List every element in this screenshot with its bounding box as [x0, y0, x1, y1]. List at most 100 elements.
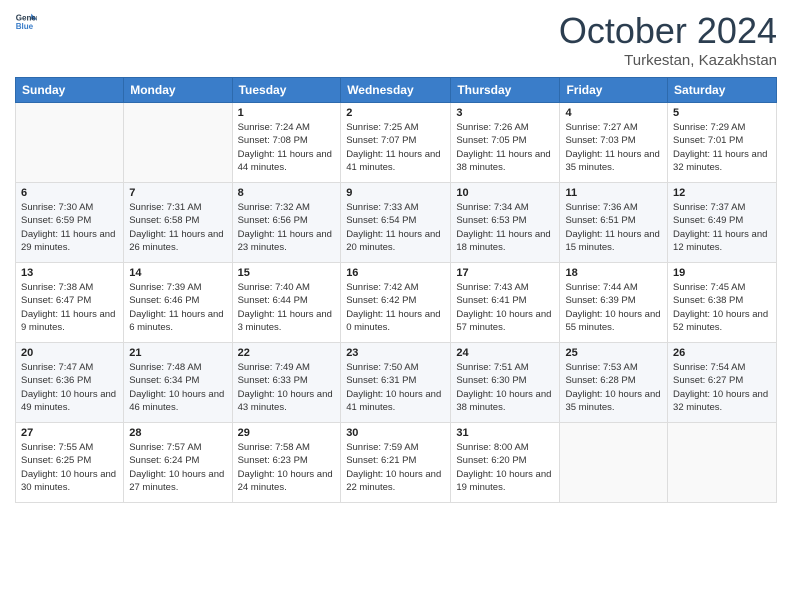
table-row: 24 Sunrise: 7:51 AM Sunset: 6:30 PM Dayli…	[451, 343, 560, 423]
day-number: 28	[129, 427, 226, 439]
table-row: 30 Sunrise: 7:59 AM Sunset: 6:21 PM Dayli…	[341, 423, 451, 503]
day-info: Sunrise: 7:29 AM Sunset: 7:01 PM Dayligh…	[673, 121, 771, 174]
day-info: Sunrise: 7:39 AM Sunset: 6:46 PM Dayligh…	[129, 281, 226, 334]
col-sunday: Sunday	[16, 78, 124, 103]
table-row: 13Sunrise: 7:38 AM Sunset: 6:47 PM Dayli…	[16, 263, 124, 343]
day-info: Sunrise: 7:40 AM Sunset: 6:44 PM Dayligh…	[238, 281, 336, 334]
table-row: 19 Sunrise: 7:45 AM Sunset: 6:38 PM Dayli…	[668, 263, 777, 343]
table-row: 28 Sunrise: 7:57 AM Sunset: 6:24 PM Dayli…	[124, 423, 232, 503]
day-info: Sunrise: 7:45 AM Sunset: 6:38 PM Dayligh…	[673, 281, 771, 334]
table-row: 5 Sunrise: 7:29 AM Sunset: 7:01 PM Daylig…	[668, 103, 777, 183]
day-info: Sunrise: 7:58 AM Sunset: 6:23 PM Dayligh…	[238, 441, 336, 494]
day-number: 12	[673, 187, 771, 199]
day-number: 4	[565, 107, 662, 119]
day-info: Sunrise: 7:24 AM Sunset: 7:08 PM Dayligh…	[238, 121, 336, 174]
svg-text:Blue: Blue	[16, 22, 34, 31]
day-number: 17	[456, 267, 554, 279]
col-monday: Monday	[124, 78, 232, 103]
day-number: 15	[238, 267, 336, 279]
day-number: 8	[238, 187, 336, 199]
day-number: 19	[673, 267, 771, 279]
day-number: 5	[673, 107, 771, 119]
table-row: 11Sunrise: 7:36 AM Sunset: 6:51 PM Dayli…	[560, 183, 668, 263]
day-number: 10	[456, 187, 554, 199]
day-info: Sunrise: 7:55 AM Sunset: 6:25 PM Dayligh…	[21, 441, 118, 494]
table-row: 7Sunrise: 7:31 AM Sunset: 6:58 PM Daylig…	[124, 183, 232, 263]
day-number: 25	[565, 347, 662, 359]
day-info: Sunrise: 7:48 AM Sunset: 6:34 PM Dayligh…	[129, 361, 226, 414]
day-info: Sunrise: 7:38 AM Sunset: 6:47 PM Dayligh…	[21, 281, 118, 334]
table-row	[16, 103, 124, 183]
day-info: Sunrise: 7:44 AM Sunset: 6:39 PM Dayligh…	[565, 281, 662, 334]
day-info: Sunrise: 7:49 AM Sunset: 6:33 PM Dayligh…	[238, 361, 336, 414]
table-row: 9 Sunrise: 7:33 AM Sunset: 6:54 PM Daylig…	[341, 183, 451, 263]
day-number: 6	[21, 187, 118, 199]
table-row: 20Sunrise: 7:47 AM Sunset: 6:36 PM Dayli…	[16, 343, 124, 423]
calendar-week-row: 13Sunrise: 7:38 AM Sunset: 6:47 PM Dayli…	[16, 263, 777, 343]
table-row: 31 Sunrise: 8:00 AM Sunset: 6:20 PM Dayli…	[451, 423, 560, 503]
day-info: Sunrise: 7:57 AM Sunset: 6:24 PM Dayligh…	[129, 441, 226, 494]
day-number: 31	[456, 427, 554, 439]
day-number: 23	[346, 347, 445, 359]
table-row: 1 Sunrise: 7:24 AM Sunset: 7:08 PM Daylig…	[232, 103, 341, 183]
page-header: General Blue October 2024 Turkestan, Kaz…	[15, 10, 777, 69]
day-number: 16	[346, 267, 445, 279]
calendar-week-row: 6Sunrise: 7:30 AM Sunset: 6:59 PM Daylig…	[16, 183, 777, 263]
table-row	[560, 423, 668, 503]
col-friday: Friday	[560, 78, 668, 103]
table-row: 27 Sunrise: 7:55 AM Sunset: 6:25 PM Dayli…	[16, 423, 124, 503]
calendar-week-row: 1 Sunrise: 7:24 AM Sunset: 7:08 PM Daylig…	[16, 103, 777, 183]
day-number: 24	[456, 347, 554, 359]
table-row: 4 Sunrise: 7:27 AM Sunset: 7:03 PM Daylig…	[560, 103, 668, 183]
day-number: 26	[673, 347, 771, 359]
day-info: Sunrise: 7:36 AM Sunset: 6:51 PM Dayligh…	[565, 201, 662, 254]
day-number: 9	[346, 187, 445, 199]
table-row: 6Sunrise: 7:30 AM Sunset: 6:59 PM Daylig…	[16, 183, 124, 263]
day-info: Sunrise: 7:47 AM Sunset: 6:36 PM Dayligh…	[21, 361, 118, 414]
logo: General Blue	[15, 10, 37, 32]
table-row: 26 Sunrise: 7:54 AM Sunset: 6:27 PM Dayli…	[668, 343, 777, 423]
day-number: 3	[456, 107, 554, 119]
table-row: 25 Sunrise: 7:53 AM Sunset: 6:28 PM Dayli…	[560, 343, 668, 423]
table-row: 23 Sunrise: 7:50 AM Sunset: 6:31 PM Dayli…	[341, 343, 451, 423]
day-number: 21	[129, 347, 226, 359]
day-info: Sunrise: 7:53 AM Sunset: 6:28 PM Dayligh…	[565, 361, 662, 414]
day-info: Sunrise: 8:00 AM Sunset: 6:20 PM Dayligh…	[456, 441, 554, 494]
day-number: 30	[346, 427, 445, 439]
day-number: 27	[21, 427, 118, 439]
svg-text:General: General	[16, 13, 37, 22]
table-row: 22 Sunrise: 7:49 AM Sunset: 6:33 PM Dayli…	[232, 343, 341, 423]
day-number: 22	[238, 347, 336, 359]
calendar-table: Sunday Monday Tuesday Wednesday Thursday…	[15, 77, 777, 503]
day-info: Sunrise: 7:27 AM Sunset: 7:03 PM Dayligh…	[565, 121, 662, 174]
location: Turkestan, Kazakhstan	[559, 52, 777, 69]
day-info: Sunrise: 7:37 AM Sunset: 6:49 PM Dayligh…	[673, 201, 771, 254]
day-info: Sunrise: 7:51 AM Sunset: 6:30 PM Dayligh…	[456, 361, 554, 414]
day-number: 14	[129, 267, 226, 279]
day-number: 1	[238, 107, 336, 119]
day-number: 29	[238, 427, 336, 439]
calendar-header-row: Sunday Monday Tuesday Wednesday Thursday…	[16, 78, 777, 103]
day-info: Sunrise: 7:59 AM Sunset: 6:21 PM Dayligh…	[346, 441, 445, 494]
col-wednesday: Wednesday	[341, 78, 451, 103]
day-info: Sunrise: 7:50 AM Sunset: 6:31 PM Dayligh…	[346, 361, 445, 414]
table-row: 8 Sunrise: 7:32 AM Sunset: 6:56 PM Daylig…	[232, 183, 341, 263]
calendar-week-row: 27 Sunrise: 7:55 AM Sunset: 6:25 PM Dayli…	[16, 423, 777, 503]
table-row: 16 Sunrise: 7:42 AM Sunset: 6:42 PM Dayli…	[341, 263, 451, 343]
col-saturday: Saturday	[668, 78, 777, 103]
day-info: Sunrise: 7:32 AM Sunset: 6:56 PM Dayligh…	[238, 201, 336, 254]
table-row: 18 Sunrise: 7:44 AM Sunset: 6:39 PM Dayli…	[560, 263, 668, 343]
day-number: 7	[129, 187, 226, 199]
logo-icon: General Blue	[15, 10, 37, 32]
table-row: 2Sunrise: 7:25 AM Sunset: 7:07 PM Daylig…	[341, 103, 451, 183]
day-number: 18	[565, 267, 662, 279]
table-row: 10Sunrise: 7:34 AM Sunset: 6:53 PM Dayli…	[451, 183, 560, 263]
table-row: 14 Sunrise: 7:39 AM Sunset: 6:46 PM Dayli…	[124, 263, 232, 343]
day-info: Sunrise: 7:25 AM Sunset: 7:07 PM Dayligh…	[346, 121, 445, 174]
day-info: Sunrise: 7:33 AM Sunset: 6:54 PM Dayligh…	[346, 201, 445, 254]
col-thursday: Thursday	[451, 78, 560, 103]
day-info: Sunrise: 7:42 AM Sunset: 6:42 PM Dayligh…	[346, 281, 445, 334]
table-row: 17Sunrise: 7:43 AM Sunset: 6:41 PM Dayli…	[451, 263, 560, 343]
day-info: Sunrise: 7:54 AM Sunset: 6:27 PM Dayligh…	[673, 361, 771, 414]
day-info: Sunrise: 7:26 AM Sunset: 7:05 PM Dayligh…	[456, 121, 554, 174]
